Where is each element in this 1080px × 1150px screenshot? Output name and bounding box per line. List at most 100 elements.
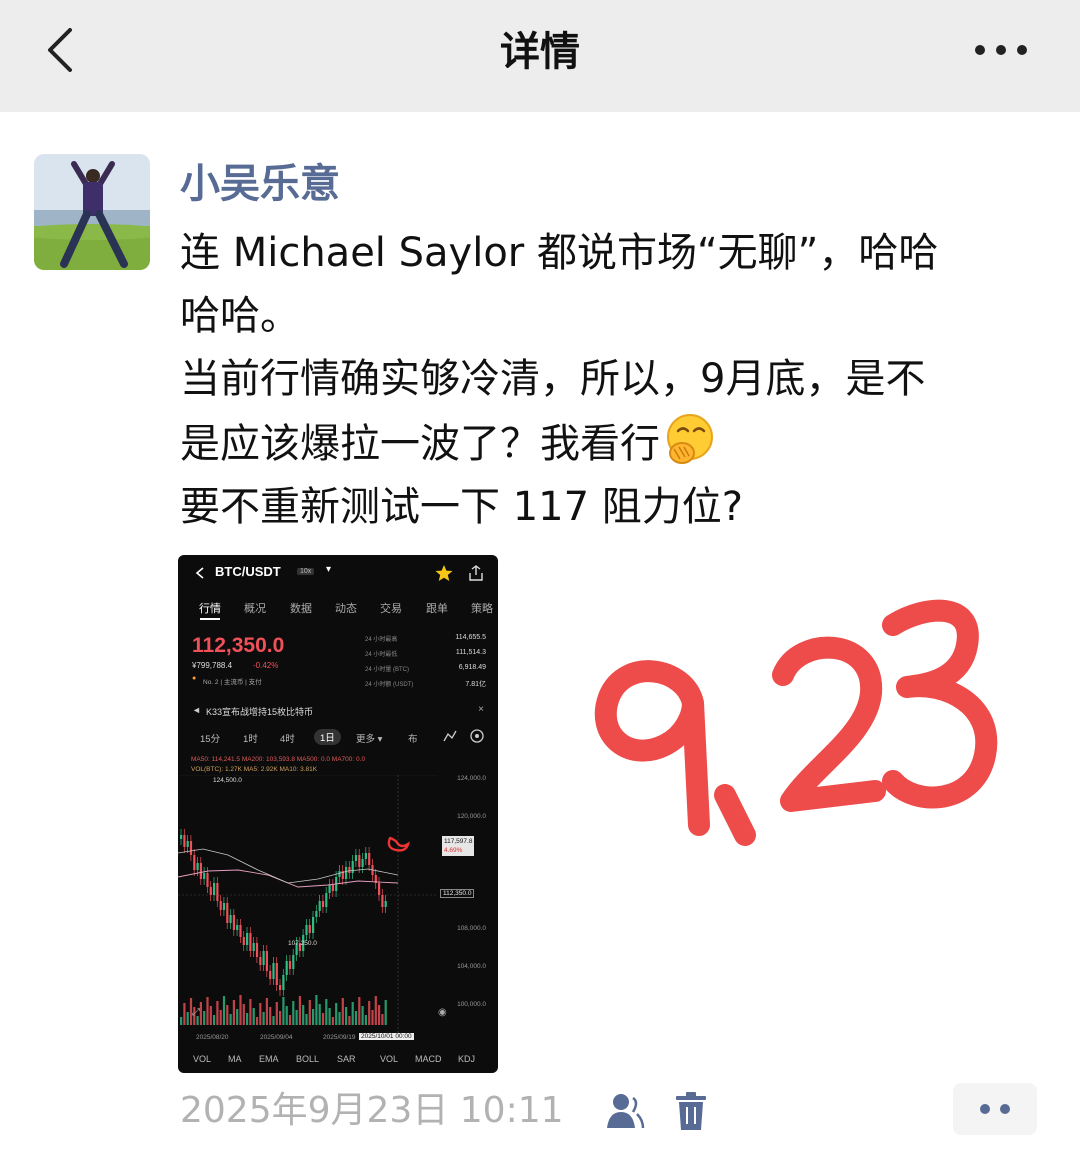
candle (328, 885, 331, 893)
volume-bar (216, 1001, 219, 1025)
more-button[interactable] (966, 30, 1036, 70)
candle (255, 943, 259, 957)
volume-bar (335, 1003, 338, 1025)
author-name[interactable]: 小吴乐意 (180, 156, 340, 212)
candle (239, 925, 242, 937)
ss-interval[interactable]: 布 (408, 731, 418, 745)
post-timestamp: 2025年9月23日 10:11 (180, 1090, 564, 1131)
ss-star-icon (435, 565, 453, 581)
ss-indicator[interactable]: MA (228, 1054, 242, 1064)
ss-stat-value: 111,514.3 (455, 649, 486, 656)
volume-bar (226, 1005, 229, 1025)
ss-tab[interactable]: 行情 (199, 600, 221, 616)
volume-bar (348, 1016, 351, 1025)
candle (351, 861, 354, 873)
avatar[interactable] (34, 154, 150, 270)
delete-icon[interactable] (672, 1090, 710, 1132)
candle (354, 855, 358, 861)
volume-bar (374, 996, 377, 1025)
candle (216, 883, 219, 901)
candle (292, 955, 295, 969)
ss-interval[interactable]: 4时 (280, 731, 295, 745)
candle (183, 835, 186, 847)
candle (305, 925, 308, 935)
candle (219, 901, 222, 910)
volume-bar (180, 1017, 183, 1025)
ss-news[interactable]: K33宣布战增持15枚比特币 (206, 705, 313, 718)
ss-megaphone-icon: ◄ (192, 705, 201, 715)
volume-bar (222, 996, 226, 1025)
volume-bar (305, 1014, 308, 1025)
ss-marker-price: 117,597.8 (444, 838, 473, 845)
candle (321, 901, 325, 907)
ss-ma-line: MA50: 114,241.5 MA200: 103,593.8 MA500: … (191, 756, 366, 763)
ss-tab[interactable]: 策略 (471, 600, 493, 616)
comment-button[interactable] (953, 1083, 1037, 1135)
ss-eye-icon[interactable]: ◉ (438, 1007, 447, 1018)
ss-stat-label: 24 小时最低 (365, 652, 398, 658)
ss-tab[interactable]: 数据 (290, 600, 312, 616)
ss-indicator[interactable]: VOL (193, 1054, 211, 1064)
page-title: 详情 (500, 29, 580, 75)
ss-indicator[interactable]: SAR (337, 1054, 356, 1064)
ss-interval[interactable]: 更多 ▾ (356, 731, 382, 745)
candle (213, 883, 216, 895)
volume-bar (292, 1001, 295, 1025)
candle (378, 883, 381, 895)
comment-dots-icon (980, 1104, 1010, 1114)
post-line: 要不重新测试一下 117 阻力位? (180, 484, 744, 530)
privacy-icon[interactable] (604, 1090, 646, 1132)
ss-back-icon (195, 567, 204, 579)
ss-interval[interactable]: 15分 (200, 731, 220, 745)
volume-bar (249, 999, 252, 1025)
ss-close-icon[interactable]: × (478, 704, 484, 715)
candle (384, 901, 387, 907)
volume-bar (321, 1013, 325, 1025)
candle (318, 901, 321, 911)
candle (331, 885, 334, 891)
volume-bar (302, 1005, 305, 1025)
candle (252, 943, 255, 951)
ss-indicator[interactable]: EMA (259, 1054, 279, 1064)
candle (348, 867, 351, 873)
volume-bar (318, 1004, 321, 1025)
attached-image[interactable]: BTC/USDT 10x ▾ 行情 概况 数据 动态 交易 跟单 策略 112,… (178, 555, 498, 1073)
candle (288, 961, 292, 969)
volume-bar (246, 1013, 249, 1025)
volume-bar (232, 1000, 235, 1025)
ss-expand-icon[interactable]: ⤢ (192, 1007, 200, 1018)
ss-interval[interactable]: 1时 (243, 731, 258, 745)
ss-candle-chart[interactable] (178, 775, 498, 1035)
ss-indicator[interactable]: BOLL (296, 1054, 319, 1064)
candle (180, 835, 183, 839)
ss-interval-active[interactable]: 1日 (314, 729, 341, 745)
volume-bar (219, 1010, 222, 1025)
ss-settings-icon[interactable] (469, 728, 485, 744)
ss-date: 2025/09/19 (323, 1034, 356, 1041)
candle (193, 855, 196, 870)
volume-bar (328, 1008, 331, 1025)
candle (236, 925, 239, 930)
volume-bar (308, 1000, 311, 1025)
ss-tab[interactable]: 概况 (244, 600, 266, 616)
candle (269, 971, 272, 979)
ss-chart-tools-icon[interactable] (442, 729, 458, 743)
volume-bar (368, 1001, 371, 1025)
ss-tab[interactable]: 动态 (335, 600, 357, 616)
volume-bar (269, 1007, 272, 1025)
volume-bar (325, 999, 328, 1025)
ss-date-tag: 2025/10/01 00:00 (359, 1033, 414, 1040)
ss-tab[interactable]: 跟单 (426, 600, 448, 616)
ss-axis-tick: 108,000.0 (457, 925, 486, 932)
ss-tab[interactable]: 交易 (380, 600, 402, 616)
ss-low-label: 107,250.0 (288, 940, 317, 947)
ss-date: 2025/08/20 (196, 1034, 229, 1041)
ss-indicator[interactable]: MACD (415, 1054, 442, 1064)
candle (364, 853, 367, 859)
navbar: 详情 (0, 0, 1080, 112)
candle (265, 951, 268, 971)
volume-bar (285, 1006, 288, 1025)
ss-indicator[interactable]: VOL (380, 1054, 398, 1064)
candle (285, 961, 288, 975)
ss-indicator[interactable]: KDJ (458, 1054, 475, 1064)
